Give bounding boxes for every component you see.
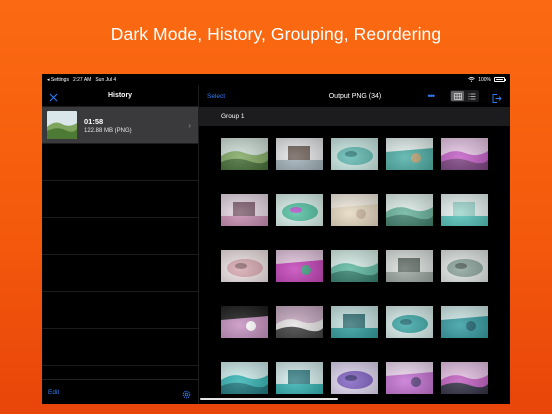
output-pane: Select Output PNG (34) ••• Group 1 bbox=[199, 85, 510, 404]
output-thumbnail[interactable] bbox=[441, 306, 488, 338]
history-title: History bbox=[107, 92, 133, 99]
history-thumbnail bbox=[47, 111, 77, 139]
select-button[interactable]: Select bbox=[207, 93, 225, 100]
status-bar: ◂ Settings 2:27 AM Sun Jul 4 100% bbox=[42, 74, 510, 85]
output-thumbnail[interactable] bbox=[441, 138, 488, 170]
empty-row bbox=[42, 181, 198, 218]
more-icon[interactable]: ••• bbox=[428, 91, 436, 101]
chevron-right-icon: › bbox=[188, 120, 191, 130]
output-thumbnail[interactable] bbox=[441, 362, 488, 394]
empty-row bbox=[42, 255, 198, 292]
output-thumbnail[interactable] bbox=[276, 362, 323, 394]
output-thumbnail[interactable] bbox=[221, 194, 268, 226]
edit-button[interactable]: Edit bbox=[48, 389, 59, 396]
promo-headline: Dark Mode, History, Grouping, Reordering bbox=[110, 24, 442, 44]
empty-row bbox=[42, 329, 198, 366]
empty-row bbox=[42, 292, 198, 329]
output-thumbnail[interactable] bbox=[331, 194, 378, 226]
output-thumbnail[interactable] bbox=[276, 194, 323, 226]
empty-row bbox=[42, 144, 198, 181]
close-icon[interactable] bbox=[48, 90, 59, 102]
battery-percent: 100% bbox=[478, 76, 491, 83]
output-navbar: Select Output PNG (34) ••• bbox=[199, 85, 510, 107]
history-navbar: History bbox=[42, 85, 198, 107]
output-thumbnail[interactable] bbox=[221, 138, 268, 170]
output-thumbnail[interactable] bbox=[331, 362, 378, 394]
output-thumbnail[interactable] bbox=[331, 138, 378, 170]
grid-view-icon[interactable] bbox=[451, 91, 464, 101]
output-thumbnail[interactable] bbox=[276, 250, 323, 282]
output-thumbnail[interactable] bbox=[386, 138, 433, 170]
empty-row bbox=[42, 218, 198, 255]
output-thumbnail[interactable] bbox=[221, 362, 268, 394]
export-icon[interactable] bbox=[491, 91, 502, 103]
output-thumbnail[interactable] bbox=[386, 362, 433, 394]
output-thumbnail[interactable] bbox=[386, 250, 433, 282]
output-thumbnail[interactable] bbox=[386, 194, 433, 226]
output-thumbnail[interactable] bbox=[331, 250, 378, 282]
sidebar-toolbar: Edit bbox=[42, 379, 198, 404]
list-view-icon[interactable] bbox=[465, 91, 478, 101]
group-header: Group 1 bbox=[199, 107, 510, 126]
status-date: Sun Jul 4 bbox=[95, 76, 117, 83]
home-indicator bbox=[200, 398, 338, 400]
battery-icon bbox=[494, 77, 506, 82]
history-sidebar: History 01:58 122.88 MB (PNG) › Edit bbox=[42, 85, 199, 404]
history-item[interactable]: 01:58 122.88 MB (PNG) › bbox=[42, 107, 198, 144]
output-thumbnail[interactable] bbox=[276, 306, 323, 338]
output-thumbnail[interactable] bbox=[441, 194, 488, 226]
ipad-screen: ◂ Settings 2:27 AM Sun Jul 4 100% Histor… bbox=[42, 74, 510, 404]
status-time: 2:27 AM bbox=[72, 76, 92, 83]
output-title: Output PNG (34) bbox=[328, 92, 382, 100]
wifi-icon bbox=[468, 77, 476, 82]
back-to-settings-link[interactable]: ◂ Settings bbox=[47, 77, 69, 83]
output-thumbnail[interactable] bbox=[221, 306, 268, 338]
history-item-size: 122.88 MB (PNG) bbox=[84, 127, 132, 134]
output-thumbnail[interactable] bbox=[276, 138, 323, 170]
history-item-duration: 01:58 bbox=[84, 116, 104, 126]
thumbnail-grid bbox=[199, 126, 510, 394]
gear-icon[interactable] bbox=[181, 387, 192, 398]
view-mode-segmented-control bbox=[450, 90, 479, 102]
output-thumbnail[interactable] bbox=[331, 306, 378, 338]
output-thumbnail[interactable] bbox=[386, 306, 433, 338]
output-thumbnail[interactable] bbox=[441, 250, 488, 282]
output-thumbnail[interactable] bbox=[221, 250, 268, 282]
